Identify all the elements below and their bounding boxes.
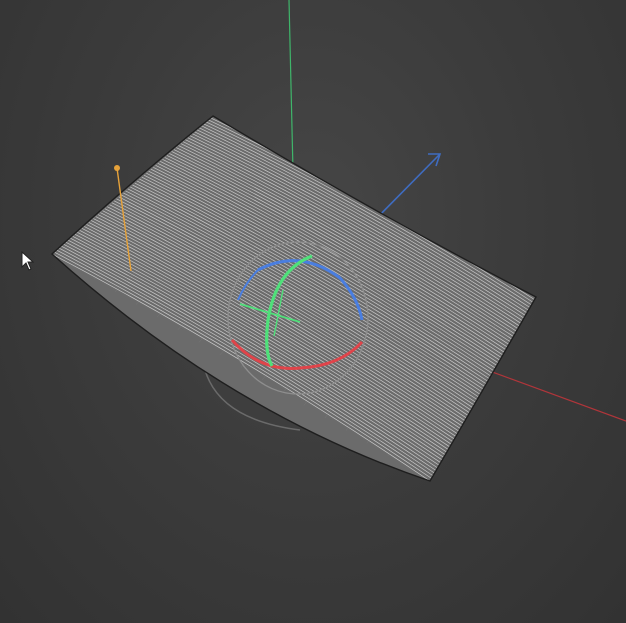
curved-plane-mesh[interactable] (50, 115, 537, 482)
3d-viewport[interactable] (0, 0, 626, 623)
mouse-pointer-icon (21, 251, 35, 271)
viewport-scene[interactable] (0, 0, 626, 623)
